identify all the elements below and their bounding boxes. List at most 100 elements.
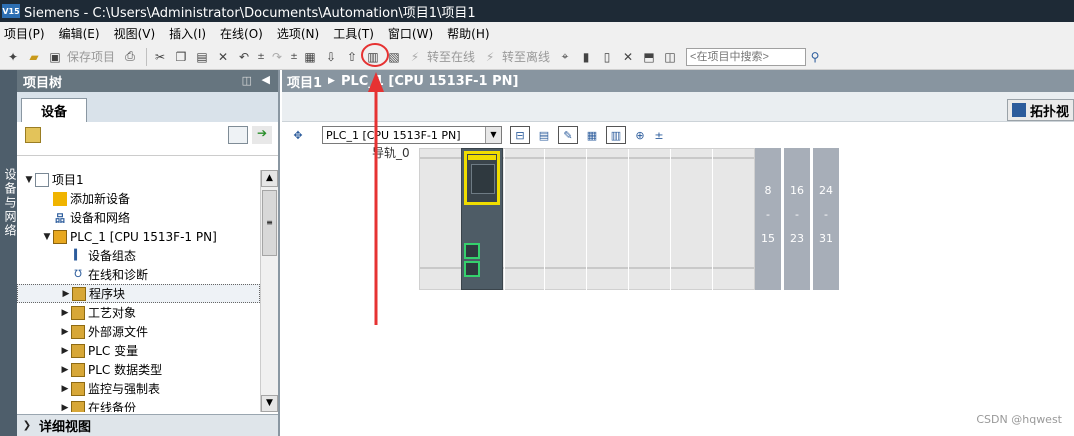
tree-item[interactable]: ℧ 在线和诊断 (17, 265, 260, 284)
go-offline-icon[interactable]: ⚡ (481, 48, 499, 66)
split-vertical-icon[interactable]: ◫ (661, 48, 679, 66)
project-search-input[interactable] (686, 47, 807, 66)
menu-options[interactable]: 选项(N) (277, 25, 319, 42)
menu-help[interactable]: 帮助(H) (447, 25, 489, 42)
rack-slot[interactable] (670, 149, 710, 291)
collapse-panel-icon[interactable]: ◀ (262, 73, 270, 86)
scroll-up-icon[interactable]: ▲ (261, 170, 278, 187)
undo-menu-icon[interactable]: ± (256, 48, 266, 66)
chevron-right-icon[interactable]: ❯ (21, 420, 33, 431)
upload-from-device-icon[interactable]: ⇧ (343, 48, 361, 66)
redo-menu-icon[interactable]: ± (289, 48, 299, 66)
tree-item[interactable]: ▶ 工艺对象 (17, 303, 260, 322)
cross-reference-icon[interactable]: ✕ (619, 48, 637, 66)
scroll-down-icon[interactable]: ▼ (261, 395, 278, 412)
expand-right-icon[interactable]: ▶ (59, 327, 71, 337)
expand-down-icon[interactable]: ▼ (41, 232, 53, 242)
tab-devices[interactable]: 设备 (21, 98, 87, 122)
search-binoculars-icon[interactable]: ⚲ (806, 48, 824, 66)
accessible-devices-icon[interactable]: ⌖ (556, 48, 574, 66)
menu-online[interactable]: 在线(O) (220, 25, 263, 42)
paste-icon[interactable]: ▤ (193, 48, 211, 66)
new-device-icon[interactable] (25, 127, 41, 143)
device-data-icon[interactable]: ▥ (606, 126, 626, 144)
stop-cpu-icon[interactable]: ▯ (598, 48, 616, 66)
simulation-icon[interactable]: ▥ (364, 48, 382, 66)
tree-scrollbar[interactable]: ▲ ≡ ▼ (260, 170, 278, 412)
rack-slot[interactable] (544, 149, 584, 291)
tree-item[interactable]: 添加新设备 (17, 189, 260, 208)
slot-group-8-15[interactable]: 8 - 15 (755, 148, 781, 290)
scroll-thumb[interactable]: ≡ (262, 190, 277, 256)
ethernet-port-icon[interactable] (464, 243, 480, 259)
rack-slot[interactable] (504, 149, 544, 291)
show-labels-icon[interactable]: ✎ (558, 126, 578, 144)
dropdown-arrow-icon[interactable]: ▼ (485, 127, 501, 143)
menu-view[interactable]: 视图(V) (114, 25, 156, 42)
split-horizontal-icon[interactable]: ⬒ (640, 48, 658, 66)
breadcrumb-device[interactable]: PLC_1 [CPU 1513F-1 PN] (341, 74, 519, 89)
stop-simulation-icon[interactable]: ▧ (385, 48, 403, 66)
tree-item[interactable]: ▍ 设备组态 (17, 246, 260, 265)
rack-slot[interactable] (712, 149, 752, 291)
delete-icon[interactable]: ✕ (214, 48, 232, 66)
tree-item[interactable]: ▼ 项目1 (17, 170, 260, 189)
expand-right-icon[interactable]: ▶ (59, 384, 71, 394)
rack-slot[interactable] (586, 149, 626, 291)
tree-item[interactable]: ▶ 在线备份 (17, 398, 260, 412)
menu-tools[interactable]: 工具(T) (333, 25, 374, 42)
cpu-module[interactable] (461, 148, 503, 290)
tree-item[interactable]: ▶ PLC 变量 (17, 341, 260, 360)
zoom-in-icon[interactable]: ⊕ (630, 126, 650, 144)
tree-item[interactable]: ▶ 程序块 (17, 284, 260, 303)
new-project-icon[interactable]: ✦ (4, 48, 22, 66)
compile-icon[interactable]: ▦ (301, 48, 319, 66)
tree-action-icon[interactable]: ➔ (252, 126, 272, 144)
module-name-icon[interactable]: ▤ (534, 126, 554, 144)
expand-right-icon[interactable]: ▶ (59, 365, 71, 375)
redo-icon[interactable]: ↷ (268, 48, 286, 66)
tree-item[interactable]: 品设备和网络 (17, 208, 260, 227)
details-view-header[interactable]: ❯ 详细视图 (17, 414, 278, 436)
grid-icon[interactable]: ▦ (582, 126, 602, 144)
download-to-device-icon[interactable]: ⇩ (322, 48, 340, 66)
expand-down-icon[interactable]: ▼ (23, 175, 35, 185)
zoom-menu-icon[interactable]: ± (654, 126, 664, 144)
slot-group-24-31[interactable]: 24 - 31 (813, 148, 839, 290)
expand-right-icon[interactable]: ▶ (59, 403, 71, 413)
tree-item[interactable]: ▼ PLC_1 [CPU 1513F-1 PN] (17, 227, 260, 246)
expand-right-icon[interactable]: ▶ (60, 289, 72, 299)
device-select[interactable]: PLC_1 [CPU 1513F-1 PN] ▼ (322, 126, 502, 144)
go-online-button[interactable]: 转至在线 (427, 48, 475, 65)
menu-project[interactable]: 项目(P) (4, 25, 45, 42)
tree-item[interactable]: ▶ 监控与强制表 (17, 379, 260, 398)
cut-icon[interactable]: ✂ (151, 48, 169, 66)
copy-icon[interactable]: ❐ (172, 48, 190, 66)
undo-icon[interactable]: ↶ (235, 48, 253, 66)
print-icon[interactable]: ⎙ (121, 48, 139, 66)
panel-pin-icon[interactable]: ◫ (242, 74, 252, 87)
go-online-icon[interactable]: ⚡ (406, 48, 424, 66)
slot-group-16-23[interactable]: 16 - 23 (784, 148, 810, 290)
tab-topology-view[interactable]: 拓扑视 (1006, 99, 1074, 121)
tree-item[interactable]: ▶ PLC 数据类型 (17, 360, 260, 379)
save-project-button[interactable]: 保存项目 (67, 48, 115, 65)
expand-right-icon[interactable]: ▶ (59, 308, 71, 318)
ethernet-port-icon[interactable] (464, 261, 480, 277)
network-view-icon[interactable]: ⊟ (510, 126, 530, 144)
overview-icon[interactable] (228, 126, 248, 144)
tree-item[interactable]: ▶ 外部源文件 (17, 322, 260, 341)
rack-slot[interactable] (628, 149, 668, 291)
vertical-task-strip[interactable]: 设备与网络 (0, 70, 17, 436)
menu-edit[interactable]: 编辑(E) (59, 25, 100, 42)
menu-window[interactable]: 窗口(W) (388, 25, 433, 42)
menu-insert[interactable]: 插入(I) (169, 25, 206, 42)
device-properties-icon[interactable]: ✥ (288, 126, 308, 144)
breadcrumb-project[interactable]: 项目1 (287, 72, 322, 91)
start-cpu-icon[interactable]: ▮ (577, 48, 595, 66)
expand-right-icon[interactable]: ▶ (59, 346, 71, 356)
go-offline-button[interactable]: 转至离线 (502, 48, 550, 65)
save-icon[interactable]: ▣ (46, 48, 64, 66)
device-view-canvas[interactable]: 导轨_0 8 - 15 16 - 23 24 - 31 (282, 146, 1074, 436)
open-project-icon[interactable]: ▰ (25, 48, 43, 66)
